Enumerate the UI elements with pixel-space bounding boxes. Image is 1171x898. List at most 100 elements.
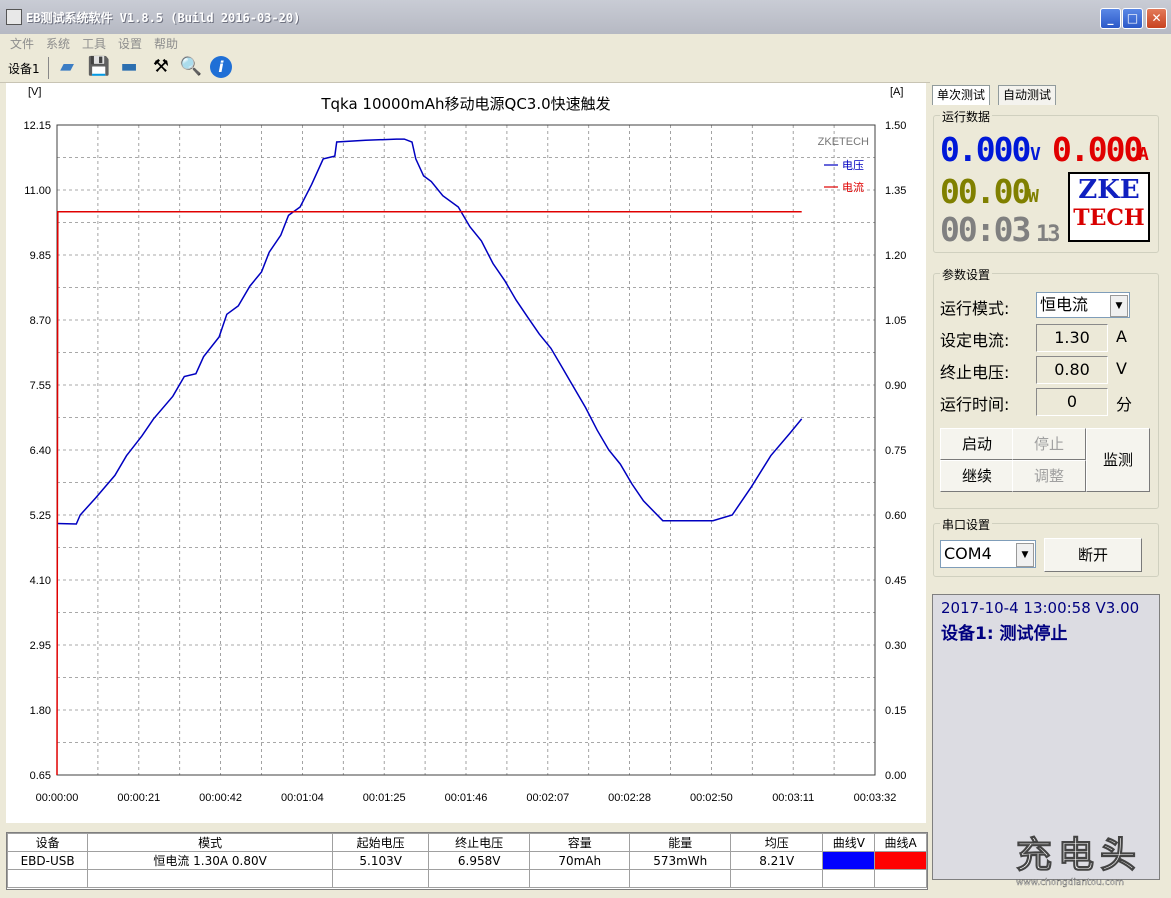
tab-single-test[interactable]: 单次测试: [932, 85, 991, 105]
x-tick-label: 00:03:32: [854, 792, 897, 804]
adjust-button[interactable]: 调整: [1012, 460, 1086, 492]
table-cell: [729, 869, 824, 888]
y-left-tick-label: 11.00: [24, 185, 51, 197]
summary-table: 设备 模式 起始电压 终止电压 容量 能量 均压 曲线V 曲线A EBD-USB…: [6, 832, 928, 890]
com-port-select[interactable]: COM4 ▼: [940, 540, 1036, 568]
save-icon[interactable]: 💾: [86, 54, 112, 80]
time-seconds: 13: [1036, 222, 1060, 247]
series-line-voltage: [56, 138, 803, 525]
param-group: 参数设置 运行模式: 恒电流 ▼ 设定电流: 1.30 A 终止电压: 0.80…: [933, 266, 1159, 509]
table-cell: 8.21V: [729, 851, 824, 870]
mode-select[interactable]: 恒电流 ▼: [1036, 292, 1130, 318]
run-data-group: 运行数据 0.000 V 0.000 A 00.00 W 00:03 13 ZK…: [933, 108, 1159, 253]
maximize-button[interactable]: □: [1122, 8, 1143, 29]
device-tab[interactable]: 设备1: [8, 60, 40, 77]
curve-v-swatch[interactable]: [822, 851, 876, 870]
end-voltage-field[interactable]: 0.80: [1036, 356, 1108, 384]
menu-file[interactable]: 文件: [10, 35, 34, 52]
table-cell: 70mAh: [528, 851, 631, 870]
table-row[interactable]: EBD-USB 恒电流 1.30A 0.80V 5.103V 6.958V 70…: [6, 851, 927, 870]
serial-label: 串口设置: [940, 516, 993, 533]
watermark: 充电头 www.chongdiantou.com: [1016, 834, 1166, 894]
table-header: 均压: [729, 833, 824, 852]
legend-label: 电流: [842, 180, 864, 194]
y-right-unit: [A]: [890, 86, 903, 98]
legend-label: 电压: [842, 159, 864, 172]
start-button[interactable]: 启动: [940, 428, 1014, 460]
chart-watermark: ZKETECH: [818, 136, 869, 148]
voltage-readout: 0.000: [940, 130, 1031, 169]
x-tick-label: 00:02:50: [690, 792, 733, 804]
set-current-unit: A: [1116, 327, 1127, 346]
toolbar: 设备1 ▰ 💾 ▬ ⚒ 🔍 i: [0, 52, 930, 83]
table-header: 起始电压: [331, 833, 430, 852]
y-right-tick-label: 1.35: [885, 185, 906, 197]
table-cell: [6, 869, 89, 888]
table-header: 曲线A: [874, 833, 927, 852]
title-bar: EB测试系统软件 V1.8.5 (Build 2016-03-20) _ □ ✕: [0, 0, 1171, 35]
tab-auto-test[interactable]: 自动测试: [998, 85, 1057, 105]
menu-bar: 文件 系统 工具 设置 帮助: [0, 34, 1171, 52]
end-voltage-unit: V: [1116, 359, 1127, 378]
chevron-down-icon[interactable]: ▼: [1016, 543, 1034, 567]
continue-button[interactable]: 继续: [940, 460, 1014, 492]
disconnect-button[interactable]: 断开: [1044, 538, 1142, 572]
y-left-tick-label: 4.10: [30, 575, 51, 587]
table-header: 设备: [6, 833, 89, 852]
log-line-timestamp: 2017-10-4 13:00:58 V3.00: [941, 599, 1140, 617]
y-right-tick-label: 0.60: [885, 510, 906, 522]
x-tick-label: 00:00:00: [36, 792, 79, 804]
y-left-tick-label: 6.40: [30, 445, 51, 457]
y-right-tick-label: 0.00: [885, 770, 906, 782]
table-header: 能量: [629, 833, 731, 852]
run-time-label: 运行时间:: [940, 395, 1010, 414]
stop-button[interactable]: 停止: [1012, 428, 1086, 460]
app-icon: [6, 9, 22, 25]
y-right-tick-label: 0.90: [885, 380, 906, 392]
menu-settings[interactable]: 设置: [118, 35, 142, 52]
y-right-tick-label: 0.75: [885, 445, 906, 457]
curve-a-swatch[interactable]: [874, 851, 927, 870]
watermark-text: 充电头: [1016, 835, 1143, 877]
mode-select-value: 恒电流: [1040, 295, 1089, 314]
search-icon[interactable]: 🔍: [178, 54, 204, 80]
close-button[interactable]: ✕: [1146, 8, 1167, 29]
table-cell: 573mWh: [629, 851, 731, 870]
chart-panel: 12.15 11.00 9.85 8.70 7.55 6.40 5.25 4.10 2.95 1.…: [6, 83, 926, 823]
monitor-button[interactable]: 监测: [1086, 428, 1150, 492]
y-left-tick-label: 9.85: [30, 250, 51, 262]
table-header: 终止电压: [428, 833, 530, 852]
end-voltage-label: 终止电压:: [940, 363, 1010, 382]
y-left-tick-label: 7.55: [30, 380, 51, 392]
table-cell: 6.958V: [428, 851, 530, 870]
menu-help[interactable]: 帮助: [154, 35, 178, 52]
table-cell: [874, 869, 927, 888]
open-folder-icon[interactable]: ▰: [54, 54, 80, 80]
menu-tools[interactable]: 工具: [82, 35, 106, 52]
info-icon[interactable]: i: [208, 54, 234, 80]
run-time-field[interactable]: 0: [1036, 388, 1108, 416]
tools-icon[interactable]: ⚒: [148, 54, 174, 80]
chart-image-icon[interactable]: ▬: [116, 54, 142, 80]
y-left-tick-label: 0.65: [30, 770, 51, 782]
y-left-tick-label: 12.15: [23, 120, 51, 132]
y-left-tick-label: 1.80: [30, 705, 51, 717]
table-cell: [822, 869, 876, 888]
y-left-unit: [V]: [28, 86, 41, 98]
menu-system[interactable]: 系统: [46, 35, 70, 52]
logo-line-1: ZKE: [1078, 175, 1140, 205]
x-tick-label: 00:01:04: [281, 792, 324, 804]
x-tick-label: 00:02:28: [608, 792, 651, 804]
set-current-field[interactable]: 1.30: [1036, 324, 1108, 352]
chevron-down-icon[interactable]: ▼: [1110, 295, 1128, 317]
time-readout: 00:03: [940, 210, 1031, 249]
table-cell: 5.103V: [331, 851, 430, 870]
y-right-tick-label: 0.45: [885, 575, 906, 587]
toolbar-separator: [48, 57, 49, 79]
minimize-button[interactable]: _: [1100, 8, 1121, 29]
y-right-tick-label: 1.50: [885, 120, 906, 132]
x-tick-label: 00:03:11: [772, 792, 814, 804]
x-tick-label: 00:02:07: [526, 792, 569, 804]
table-cell: [87, 869, 333, 888]
table-header: 曲线V: [822, 833, 876, 852]
